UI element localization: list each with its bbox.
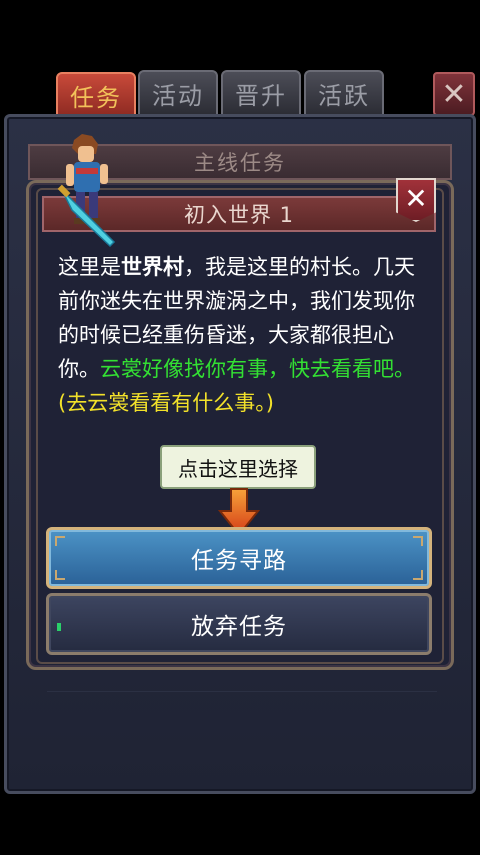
close-icon: ✕ bbox=[404, 182, 428, 215]
button-corner-ornament bbox=[413, 536, 423, 546]
panel-close-button[interactable]: ✕ bbox=[433, 72, 475, 116]
button-corner-ornament bbox=[55, 570, 65, 580]
dialog-text: 这里是世界村，我是这里的村长。几天前你迷失在世界漩涡之中，我们发现你的时候已经重… bbox=[58, 250, 428, 420]
button-corner-ornament bbox=[413, 570, 423, 580]
hero-sprite bbox=[57, 134, 116, 248]
quest-pathfind-button[interactable]: 任务寻路 bbox=[46, 527, 432, 589]
panel-decoration bbox=[47, 691, 437, 771]
tab-promotion[interactable]: 晋升 bbox=[221, 70, 301, 116]
text-hint: 云裳好像找你有事，快去看看吧。 bbox=[100, 357, 415, 381]
text-intro: 这里是 bbox=[58, 255, 121, 279]
abandon-quest-button[interactable]: 放弃任务 bbox=[46, 593, 432, 655]
button-corner-ornament bbox=[55, 536, 65, 546]
close-icon: ✕ bbox=[441, 76, 467, 112]
button-indicator bbox=[57, 623, 61, 631]
text-location: 世界村 bbox=[121, 255, 184, 279]
hint-tooltip: 点击这里选择 bbox=[160, 445, 316, 489]
tab-quests[interactable]: 任务 bbox=[56, 72, 136, 118]
game-screen: 任务 活动 晋升 活跃 ✕ 主线任务 初入世界 1 ✕ 这里是世界村，我是这里的… bbox=[0, 0, 480, 855]
abandon-quest-label: 放弃任务 bbox=[191, 614, 287, 640]
quest-pathfind-label: 任务寻路 bbox=[191, 548, 287, 574]
tab-activities[interactable]: 活动 bbox=[138, 70, 218, 116]
text-objective: (去云裳看看有什么事。) bbox=[58, 391, 274, 415]
tab-activity-level[interactable]: 活跃 bbox=[304, 70, 384, 116]
